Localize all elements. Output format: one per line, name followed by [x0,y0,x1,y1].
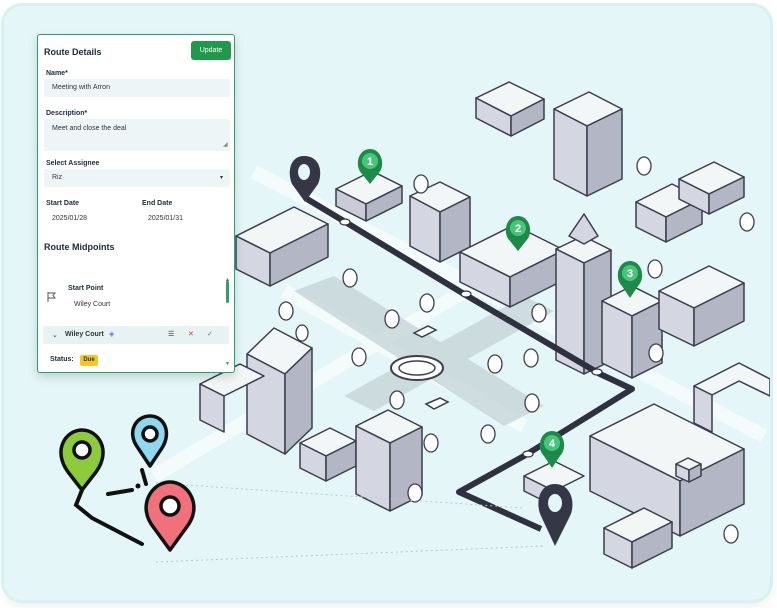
pin-1-label: 1 [367,156,373,168]
chevron-down-icon: ▾ [220,175,224,181]
description-label: Description* [46,110,88,117]
scrollbar[interactable] [226,281,229,303]
panel-title: Route Details [44,47,102,57]
description-field[interactable]: Meet and close the deal ◢ [44,119,230,151]
resize-handle-icon[interactable]: ◢ [223,141,228,148]
assignee-label: Select Assignee [46,160,100,167]
name-label: Name* [46,70,68,77]
chevron-expand-icon[interactable]: ⌄ [52,331,58,339]
description-value: Meet and close the deal [52,125,127,132]
assignee-value: Riz [52,174,63,181]
start-date-value[interactable]: 2025/01/28 [52,215,87,222]
start-point-label: Start Point [68,285,104,292]
name-field[interactable]: Meeting with Arron [44,79,230,97]
close-icon[interactable]: ✕ [188,330,194,338]
scroll-down-icon[interactable]: ▼ [225,361,230,367]
pin-2-label: 2 [515,223,521,235]
end-date-label: End Date [142,200,173,207]
start-point-value: Wiley Court [74,301,111,308]
map-pin-4[interactable]: 4 [539,431,565,468]
midpoint-row[interactable]: ⌄ Wiley Court ◈ ☰ ✕ ✓ [43,326,229,344]
assignee-select[interactable]: Riz ▾ [44,169,230,187]
route-details-panel: Route Details Update Name* Meeting with … [37,34,235,373]
route-end-pin[interactable] [538,484,573,546]
end-date-value[interactable]: 2025/01/31 [148,215,183,222]
name-value: Meeting with Arron [52,84,110,91]
status-badge: Due [80,355,98,366]
update-button[interactable]: Update [191,41,231,60]
midpoints-title: Route Midpoints [44,242,115,252]
flag-icon [47,292,57,302]
location-icon: ◈ [109,331,115,338]
pin-3-label: 3 [627,268,633,280]
midpoint-name: Wiley Court [65,331,104,338]
status-label: Status: [50,356,74,363]
route-pins-icon [59,414,196,552]
menu-icon[interactable]: ☰ [168,330,174,338]
start-date-label: Start Date [46,200,80,207]
pin-4-label: 4 [549,438,556,450]
check-icon[interactable]: ✓ [207,330,213,338]
